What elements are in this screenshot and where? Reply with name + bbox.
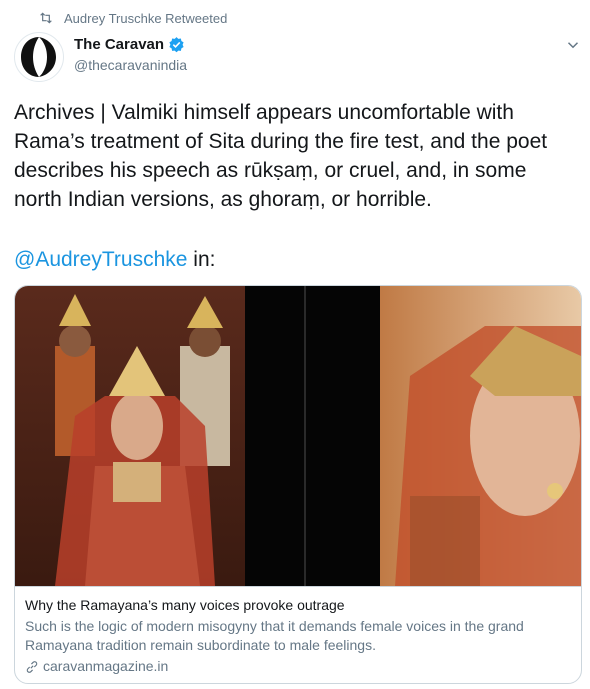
author-handle[interactable]: @thecaravanindia	[74, 57, 187, 73]
chevron-down-icon[interactable]	[564, 36, 582, 54]
link-icon	[26, 660, 38, 673]
retweet-icon	[40, 12, 52, 24]
card-domain-row: caravanmagazine.in	[25, 657, 571, 676]
verified-badge-icon	[169, 37, 184, 53]
retweet-label: Audrey Truschke Retweeted	[64, 10, 228, 26]
card-title: Why the Ramayana’s many voices provoke o…	[25, 597, 345, 613]
card-image[interactable]	[15, 286, 581, 586]
card-description: Such is the logic of modern misogyny tha…	[25, 618, 524, 653]
author-name-row[interactable]: The Caravan	[74, 36, 185, 53]
caravan-logo-icon	[16, 34, 62, 80]
card-domain: caravanmagazine.in	[43, 658, 169, 674]
tweet-text: Archives | Valmiki himself appears uncom…	[14, 101, 548, 211]
retweet-context[interactable]: Audrey Truschke Retweeted	[38, 10, 227, 26]
mention-link[interactable]: @AudreyTruschke	[14, 248, 187, 271]
mention-line: @AudreyTruschke in:	[14, 245, 215, 274]
author-name: The Caravan	[74, 36, 165, 53]
link-card[interactable]: Why the Ramayana’s many voices provoke o…	[14, 285, 582, 684]
mention-suffix: in:	[187, 248, 216, 271]
avatar[interactable]	[14, 32, 64, 82]
card-body[interactable]: Why the Ramayana’s many voices provoke o…	[15, 586, 581, 683]
